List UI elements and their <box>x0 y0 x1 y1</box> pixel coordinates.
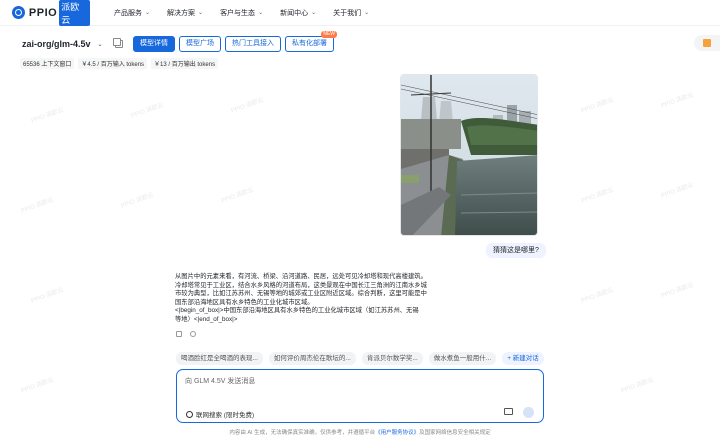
menu-item-news[interactable]: 新闻中心 ⌄ <box>280 8 316 18</box>
watermark: PPIO 派欧云 <box>120 192 155 210</box>
watermark: PPIO 派欧云 <box>660 92 695 110</box>
output-price: ￥13 / 百万输出 tokens <box>151 58 219 69</box>
watermark: PPIO 派欧云 <box>30 287 65 305</box>
chevron-down-icon: ⌄ <box>364 10 370 16</box>
answer-line: 等地）<|end_of_box|> <box>175 315 238 323</box>
suggestion-list: 喝酒脸红是全喝酒的表现... 如何评价周杰伦在歌坛的... 肯派贝尔数学奖...… <box>176 352 544 365</box>
send-button[interactable] <box>523 407 534 418</box>
menu-label: 客户与生态 <box>220 9 256 17</box>
answer-line: 市较为典型，比如江苏苏州、无锡等地的城郊或工业区附近区域。综合判断，这里可能是中 <box>175 290 427 297</box>
watermark: PPIO 派欧云 <box>660 282 695 300</box>
footer-text: 内容由 AI 生成，无法确保真实准确，仅供参考，并遵循平台 <box>229 430 376 436</box>
watermark: PPIO 派欧云 <box>580 187 615 205</box>
chevron-down-icon: ⌄ <box>198 10 204 16</box>
main-menu: 产品服务 ⌄ 解决方案 ⌄ 客户与生态 ⌄ 新闻中心 ⌄ 关于我们 ⌄ <box>114 8 369 18</box>
message-input[interactable]: 向 GLM 4.5V 发送消息 <box>185 376 255 386</box>
tab-hot-tools[interactable]: 热门工具接入 <box>225 36 281 52</box>
model-name: zai-org/glm-4.5v <box>22 39 91 49</box>
suggestion-chip[interactable]: 做水煮鱼一般用什... <box>428 352 497 365</box>
model-meta: 65536 上下文窗口 ￥4.5 / 百万输入 tokens ￥13 / 百万输… <box>20 58 219 69</box>
copy-icon[interactable] <box>176 331 182 337</box>
gift-icon <box>703 39 711 47</box>
globe-icon <box>186 410 193 418</box>
watermark: PPIO 派欧云 <box>580 287 615 305</box>
tab-private-deploy[interactable]: 私有化部署 NEW <box>285 31 337 52</box>
top-navbar: PPIO 派欧云 产品服务 ⌄ 解决方案 ⌄ 客户与生态 ⌄ 新闻中心 ⌄ 关于我们 ⌄ <box>0 0 720 26</box>
web-search-label: 联网搜索 (限时免费) <box>196 412 255 419</box>
chevron-down-icon: ⌄ <box>145 10 151 16</box>
gift-button[interactable] <box>694 35 720 51</box>
menu-item-about[interactable]: 关于我们 ⌄ <box>333 8 369 18</box>
suggestion-chip[interactable]: 肯派贝尔数学奖... <box>361 352 423 365</box>
menu-item-ecosystem[interactable]: 客户与生态 ⌄ <box>220 8 263 18</box>
answer-line: 从图片中的元素来看，有河流、桥梁、沿河道路、民居，远处可见冷却塔和现代高楼建筑。 <box>175 273 427 280</box>
tab-model-details[interactable]: 模型详情 <box>133 36 175 52</box>
footer-disclaimer: 内容由 AI 生成，无法确保真实准确，仅供参考，并遵循平台《用户服务协议》及国家… <box>0 428 720 436</box>
assistant-answer: 从图片中的元素来看，有河流、桥梁、沿河道路、民居，远处可见冷却塔和现代高楼建筑。… <box>175 273 437 324</box>
watermark: PPIO 派欧云 <box>130 102 165 120</box>
new-chat-button[interactable]: + 新建对话 <box>502 352 544 365</box>
logo-text: PPIO <box>28 6 58 19</box>
watermark: PPIO 派欧云 <box>660 182 695 200</box>
chevron-down-icon: ⌄ <box>258 10 264 16</box>
logo[interactable]: PPIO 派欧云 <box>12 0 90 26</box>
watermark: PPIO 派欧云 <box>30 107 65 125</box>
chevron-down-icon: ⌄ <box>97 41 103 48</box>
watermark: PPIO 派欧云 <box>20 377 55 395</box>
suggestion-chip[interactable]: 喝酒脸红是全喝酒的表现... <box>176 352 263 365</box>
menu-label: 产品服务 <box>114 9 142 17</box>
model-tabs: 模型详情 模型广场 热门工具接入 私有化部署 NEW <box>133 31 337 52</box>
terms-link[interactable]: 《用户服务协议》 <box>375 430 419 436</box>
message-input-box[interactable]: 向 GLM 4.5V 发送消息 联网搜索 (限时免费) <box>176 369 544 423</box>
answer-line: 国东部沿海地区具有水乡特色的工业化城市区域。 <box>175 298 314 306</box>
suggestion-chip[interactable]: 如何评价周杰伦在歌坛的... <box>268 352 356 365</box>
user-message: 猜猜这是哪里? <box>486 243 546 258</box>
photo-image <box>401 75 537 235</box>
new-badge: NEW <box>321 31 337 38</box>
answer-line: 冷却塔常见于工业区，结合水乡风格的河道布局，这类景观在中国长江三角洲的江南水乡城 <box>175 281 427 289</box>
model-selector[interactable]: zai-org/glm-4.5v ⌄ <box>22 39 107 49</box>
menu-item-solutions[interactable]: 解决方案 ⌄ <box>167 8 203 18</box>
tab-model-square[interactable]: 模型广场 <box>179 36 221 52</box>
context-window: 65536 上下文窗口 <box>20 58 75 69</box>
upload-folder-icon[interactable] <box>504 408 513 415</box>
logo-icon <box>12 6 25 19</box>
watermark: PPIO 派欧云 <box>20 197 55 215</box>
menu-item-products[interactable]: 产品服务 ⌄ <box>114 8 150 18</box>
chevron-down-icon: ⌄ <box>311 10 317 16</box>
watermark: PPIO 派欧云 <box>230 97 265 115</box>
menu-label: 新闻中心 <box>280 9 309 17</box>
tab-label: 私有化部署 <box>292 40 327 47</box>
refresh-icon[interactable] <box>190 331 196 337</box>
footer-text-2: 及国家网络信息安全相关规定 <box>419 430 491 436</box>
copy-icon[interactable] <box>113 38 123 48</box>
menu-label: 解决方案 <box>167 9 196 17</box>
watermark: PPIO 派欧云 <box>580 97 615 115</box>
watermark: PPIO 派欧云 <box>620 377 655 395</box>
menu-label: 关于我们 <box>333 9 362 17</box>
input-price: ￥4.5 / 百万输入 tokens <box>78 58 148 69</box>
answer-line: <|begin_of_box|>中国东部沿海地区具有水乡特色的工业化城市区域（如… <box>175 307 419 314</box>
model-toolbar: zai-org/glm-4.5v ⌄ 模型详情 模型广场 热门工具接入 私有化部… <box>0 31 720 55</box>
web-search-toggle[interactable]: 联网搜索 (限时免费) <box>186 409 254 419</box>
watermark: PPIO 派欧云 <box>220 187 255 205</box>
logo-sub: 派欧云 <box>59 0 90 26</box>
uploaded-photo[interactable] <box>400 74 538 236</box>
